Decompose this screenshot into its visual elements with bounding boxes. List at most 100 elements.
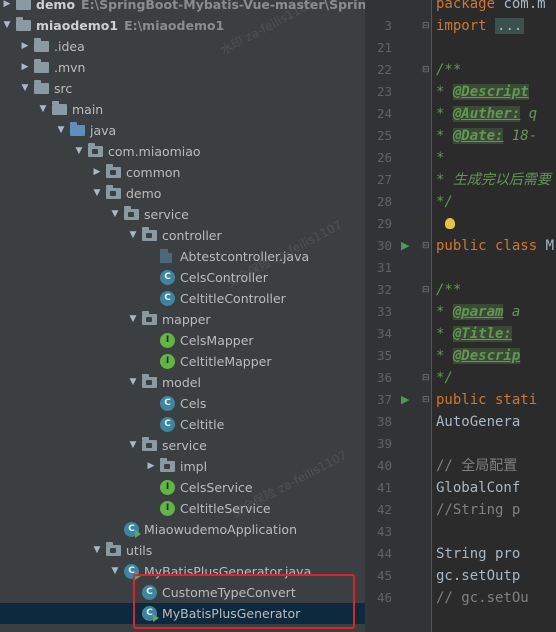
code-line[interactable]: */: [436, 191, 453, 213]
tree-item[interactable]: ▼ src: [0, 78, 365, 99]
line-number: 36: [376, 370, 392, 385]
code-token: /**: [436, 282, 462, 298]
chevron-right-icon[interactable]: ▶: [20, 57, 30, 78]
chevron-down-icon[interactable]: ▼: [20, 78, 30, 99]
code-line[interactable]: /**: [436, 59, 461, 81]
run-icon[interactable]: ▶: [401, 389, 409, 411]
fold-icon[interactable]: ⊟: [422, 235, 430, 257]
chevron-right-icon[interactable]: ▶: [146, 456, 156, 477]
tree-item[interactable]: C Cels: [0, 393, 365, 414]
code-line[interactable]: * @Auther: q: [436, 103, 537, 125]
tree-item[interactable]: ▼ utils: [0, 540, 365, 561]
tree-item[interactable]: I CelsService: [0, 477, 365, 498]
tree-item[interactable]: ▼ mapper: [0, 309, 365, 330]
chevron-down-icon[interactable]: ▼: [128, 372, 138, 393]
tree-item[interactable]: ▼ miaodemo1 E:\miaodemo1: [0, 15, 365, 36]
tree-item[interactable]: ▼ service: [0, 435, 365, 456]
code-line[interactable]: //String p: [436, 499, 520, 521]
module-icon: [16, 0, 31, 10]
class-icon: C: [160, 291, 175, 306]
chevron-right-icon[interactable]: ▶: [2, 0, 12, 15]
tree-item[interactable]: ▼ model: [0, 372, 365, 393]
tree-item-label: CelsController: [180, 270, 268, 285]
tree-item[interactable]: ▼ demo: [0, 183, 365, 204]
code-line[interactable]: */: [436, 367, 453, 389]
tree-item-label: CeltitleController: [180, 291, 286, 306]
chevron-down-icon[interactable]: ▼: [2, 15, 12, 36]
fold-icon[interactable]: ⊟: [422, 279, 430, 301]
chevron-down-icon[interactable]: ▼: [110, 561, 120, 582]
tree-item-label: service: [162, 438, 207, 453]
chevron-down-icon[interactable]: ▼: [74, 141, 84, 162]
chevron-right-icon[interactable]: ▶: [20, 36, 30, 57]
chevron-down-icon[interactable]: ▼: [128, 225, 138, 246]
tree-item[interactable]: ▶ common: [0, 162, 365, 183]
fold-icon[interactable]: ⊟: [422, 389, 430, 411]
code-line[interactable]: package com.m: [436, 0, 546, 15]
chevron-down-icon[interactable]: ▼: [128, 309, 138, 330]
code-line[interactable]: * @Descrip: [436, 345, 521, 367]
tree-item[interactable]: C Celtitle: [0, 414, 365, 435]
code-line[interactable]: * @Descript: [436, 81, 529, 103]
code-editor[interactable]: 3 21 22 23 24 25 26 27 28 29 30 31 32 33 34 35 36 37 38 39 4…: [365, 0, 556, 632]
folder-icon: [52, 101, 67, 115]
tree-item[interactable]: ▶ impl: [0, 456, 365, 477]
chevron-down-icon[interactable]: ▼: [38, 99, 48, 120]
tree-item[interactable]: I CelsMapper: [0, 330, 365, 351]
fold-icon[interactable]: ⊟: [422, 367, 430, 389]
code-line[interactable]: String pro: [436, 543, 520, 565]
code-line[interactable]: GlobalConf: [436, 477, 520, 499]
lightbulb-icon[interactable]: [445, 218, 455, 229]
tree-item[interactable]: ▶ .idea: [0, 36, 365, 57]
tree-item[interactable]: ▼ java: [0, 120, 365, 141]
code-line[interactable]: gc.setOutp: [436, 565, 520, 587]
module-path: E:\miaodemo1: [124, 18, 225, 33]
code-line[interactable]: * 生成完以后需要: [436, 169, 551, 191]
chevron-down-icon[interactable]: ▼: [92, 183, 102, 204]
tree-item[interactable]: Abtestcontroller.java: [0, 246, 365, 267]
code-line[interactable]: // 全局配置: [436, 455, 517, 477]
tree-item[interactable]: ▼ com.miaomiao: [0, 141, 365, 162]
tree-item[interactable]: I CeltitleService: [0, 498, 365, 519]
java-file-icon: [160, 249, 172, 263]
code-line[interactable]: *: [436, 147, 444, 169]
tree-item[interactable]: C CelsController: [0, 267, 365, 288]
code-line[interactable]: /**: [436, 279, 461, 301]
code-token: GlobalConf: [436, 480, 521, 496]
tree-item-label: CeltitleService: [180, 501, 271, 516]
code-line[interactable]: public stati: [436, 389, 537, 411]
tree-item[interactable]: C MiaowudemoApplication: [0, 519, 365, 540]
line-number: 30: [376, 238, 392, 253]
code-line[interactable]: * @Date: 18-: [436, 125, 537, 147]
project-tree-panel: ▶ demo E:\SpringBoot-Mybatis-Vue-master\Sp…: [0, 0, 365, 632]
code-line[interactable]: AutoGenera: [436, 411, 520, 433]
code-token: public stati: [436, 392, 538, 408]
tree-item[interactable]: ▼ main: [0, 99, 365, 120]
fold-icon[interactable]: ⊟: [422, 59, 430, 81]
code-line[interactable]: // gc.setOu: [436, 587, 529, 609]
chevron-right-icon[interactable]: ▶: [92, 162, 102, 183]
tree-item[interactable]: I CeltitleMapper: [0, 351, 365, 372]
code-line[interactable]: import ...: [436, 15, 525, 37]
run-icon[interactable]: ▶: [401, 235, 409, 257]
line-number: 35: [376, 348, 392, 363]
chevron-down-icon[interactable]: ▼: [110, 204, 120, 225]
folded-code-marker[interactable]: ...: [495, 18, 525, 34]
code-line[interactable]: * @Title:: [436, 323, 512, 345]
tree-item[interactable]: C CeltitleController: [0, 288, 365, 309]
interface-icon: I: [160, 501, 175, 516]
code-line[interactable]: public class M: [436, 235, 554, 257]
chevron-down-icon[interactable]: ▼: [92, 540, 102, 561]
tree-item[interactable]: ▶ demo E:\SpringBoot-Mybatis-Vue-master\Sp…: [0, 0, 365, 15]
tree-item[interactable]: ▼ controller: [0, 225, 365, 246]
tree-item[interactable]: ▼ service: [0, 204, 365, 225]
chevron-down-icon[interactable]: ▼: [56, 120, 66, 141]
chevron-down-icon[interactable]: ▼: [128, 435, 138, 456]
fold-icon[interactable]: ⊟: [422, 15, 430, 37]
tree-item-label: java: [90, 123, 117, 138]
tree-item-label: mapper: [162, 312, 211, 327]
line-number: 46: [376, 590, 392, 605]
code-line[interactable]: * @param a: [436, 301, 520, 323]
tree-item[interactable]: ▶ .mvn: [0, 57, 365, 78]
code-token: @Descrip: [452, 348, 521, 364]
